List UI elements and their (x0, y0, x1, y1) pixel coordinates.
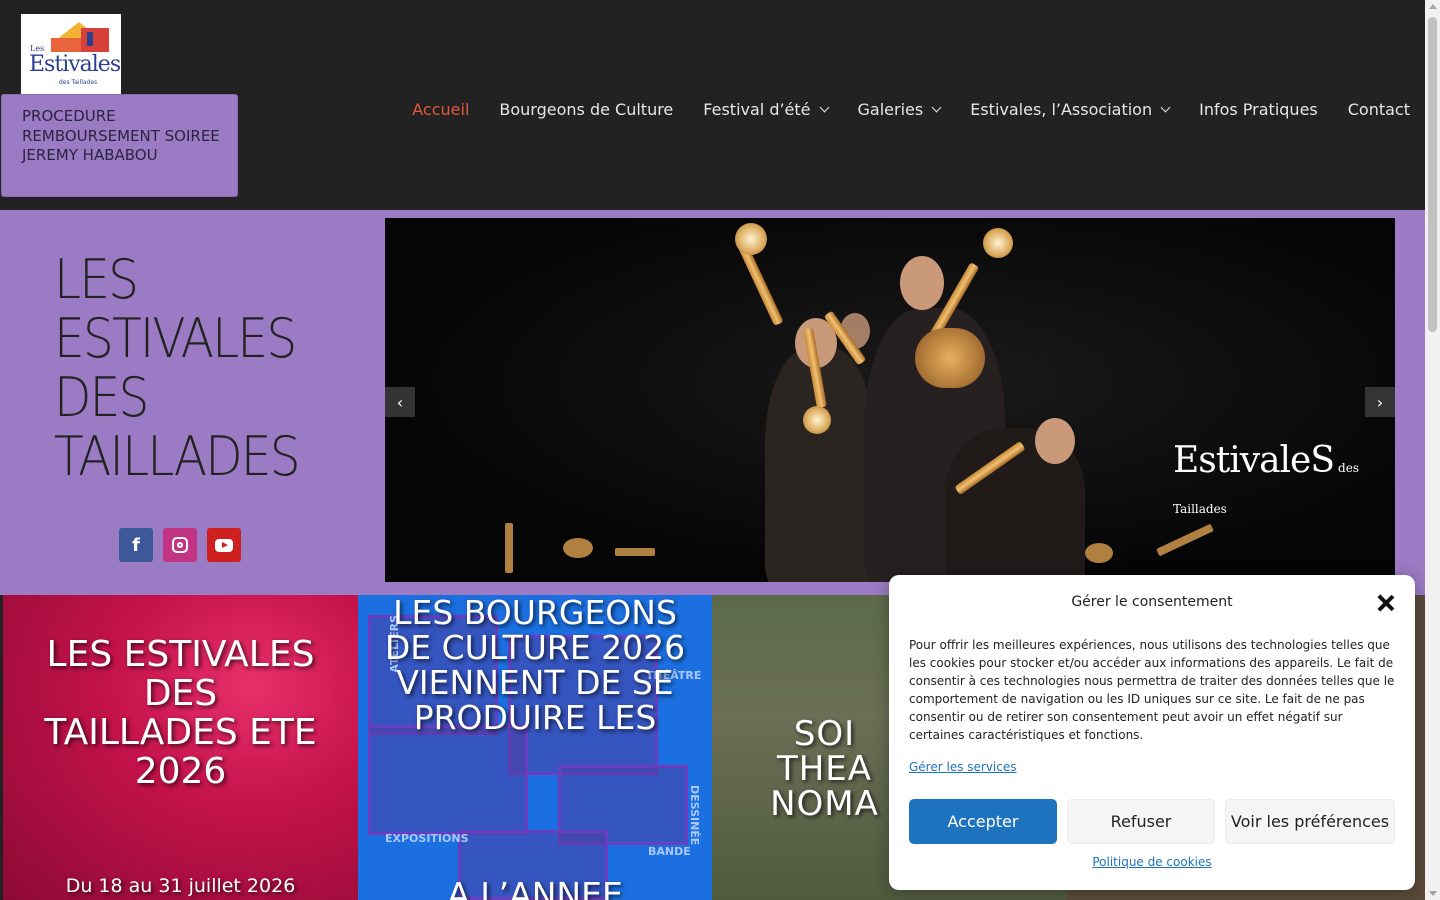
nav-label: Estivales, l’Association (970, 99, 1153, 119)
hero-section: LES ESTIVALES DES TAILLADES f EstivaleS … (0, 210, 1425, 595)
nav-label: Contact (1347, 99, 1410, 119)
close-icon[interactable] (1376, 593, 1396, 613)
nav-label: Festival d’été (703, 99, 811, 119)
tile-label: EXPOSITIONS (385, 832, 469, 845)
cookie-title: Gérer le consentement (1071, 594, 1233, 610)
page: Les Estivales des Taillades PROCEDURE RE… (0, 0, 1440, 900)
nav-item-galeries[interactable]: Galeries (857, 98, 942, 120)
view-preferences-button[interactable]: Voir les préférences (1225, 799, 1395, 844)
logo-text-estivales: Estivales (29, 52, 121, 77)
instagram-link[interactable] (163, 528, 197, 562)
scrollbar-thumb[interactable] (1428, 17, 1437, 332)
tile-bourgeons-de-culture[interactable]: ATELIERS THÉÂTRE EXPOSITIONS DESSINÉE BA… (358, 595, 712, 900)
nav-item-association[interactable]: Estivales, l’Association (970, 98, 1171, 120)
chevron-down-icon (1160, 102, 1171, 112)
logo-text-taillades: des Taillades (59, 79, 98, 86)
cookie-consent-modal: Gérer le consentement Pour offrir les me… (889, 575, 1415, 890)
nav-item-festival-ete[interactable]: Festival d’été (703, 98, 829, 120)
hero-title: LES ESTIVALES DES TAILLADES (54, 250, 306, 486)
nav-label: Accueil (412, 99, 470, 119)
floor-trumpet-shape (505, 523, 513, 573)
tile-subtitle: Du 18 au 31 juillet 2026 (65, 875, 296, 897)
tile-title: LES ESTIVALES DES TAILLADES ETE 2026 (44, 634, 317, 792)
performer-head (1035, 418, 1075, 464)
nav-item-bourgeons-de-culture[interactable]: Bourgeons de Culture (499, 98, 673, 120)
hero-slider[interactable]: EstivaleS des Taillades ‹ › (385, 218, 1395, 582)
site-header: Les Estivales des Taillades PROCEDURE RE… (0, 0, 1425, 210)
nav-item-infos-pratiques[interactable]: Infos Pratiques (1199, 98, 1318, 120)
nav-label: Galeries (857, 99, 924, 119)
hero-title-line: DES (54, 366, 149, 429)
trumpet-shape (915, 328, 985, 388)
facebook-icon: f (132, 534, 140, 556)
floor-trumpet-shape (563, 538, 593, 558)
instagram-icon (172, 537, 188, 553)
floor-trumpet-shape (1085, 543, 1113, 563)
page-scrollbar[interactable] (1425, 0, 1440, 900)
tile-title: LES BOURGEONS DE CULTURE 2026 VIENNENT D… (384, 595, 686, 737)
youtube-icon (215, 538, 233, 552)
hero-title-line: ESTIVALES (54, 307, 297, 370)
slider-logo-text: EstivaleS (1173, 440, 1335, 481)
accept-button[interactable]: Accepter (909, 799, 1057, 844)
cookie-body-text: Pour offrir les meilleures expériences, … (909, 638, 1395, 742)
chevron-down-icon (819, 102, 829, 112)
youtube-link[interactable] (207, 528, 241, 562)
logo-tower-shape (87, 32, 93, 46)
hero-title-line: LES (54, 248, 139, 311)
slider-estivales-logo: EstivaleS des Taillades (1173, 440, 1395, 522)
nav-item-contact[interactable]: Contact (1348, 98, 1410, 120)
nav-item-accueil[interactable]: Accueil (412, 98, 469, 120)
procedure-remboursement-button[interactable]: PROCEDURE REMBOURSEMENT SOIREE JEREMY HA… (1, 94, 238, 197)
performer-head (900, 256, 944, 310)
tile-festival-ete[interactable]: LES ESTIVALES DES TAILLADES ETE 2026 Du … (3, 595, 358, 900)
tile-label: DESSINÉE (688, 785, 701, 846)
trumpet-bell (803, 406, 831, 434)
scroll-down-arrow-icon[interactable] (1429, 891, 1437, 896)
tile-title-bottom: A L’ANNEE (447, 875, 623, 900)
trumpet-bell (735, 223, 767, 255)
decorative-frame (368, 725, 528, 835)
main-nav: Accueil Bourgeons de Culture Festival d’… (382, 98, 1410, 120)
site-logo[interactable]: Les Estivales des Taillades (21, 14, 121, 94)
manage-services-link[interactable]: Gérer les services (909, 760, 1017, 774)
facebook-link[interactable]: f (119, 528, 153, 562)
slider-next-button[interactable]: › (1365, 387, 1395, 417)
slider-prev-button[interactable]: ‹ (385, 387, 415, 417)
floor-trumpet-shape (1156, 523, 1214, 557)
hero-title-line: TAILLADES (54, 425, 301, 488)
tile-label: BANDE (648, 845, 691, 858)
trumpet-bell (983, 228, 1013, 258)
chevron-down-icon (931, 102, 942, 112)
scroll-up-arrow-icon[interactable] (1429, 4, 1437, 9)
logo-roof-shape (81, 28, 109, 52)
nav-label: Infos Pratiques (1199, 99, 1318, 119)
floor-trumpet-shape (615, 548, 655, 556)
cookie-policy-link[interactable]: Politique de cookies (889, 855, 1415, 869)
nav-label: Bourgeons de Culture (499, 99, 674, 119)
refuse-button[interactable]: Refuser (1067, 799, 1215, 844)
